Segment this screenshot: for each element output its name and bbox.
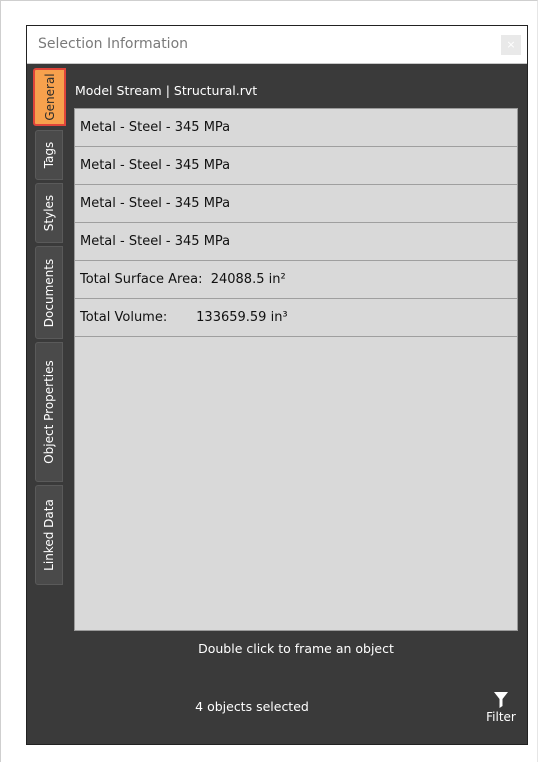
tab-object-properties[interactable]: Object Properties	[35, 342, 63, 482]
selection-list[interactable]: Metal - Steel - 345 MPa Metal - Steel - …	[74, 108, 518, 631]
filter-button[interactable]: Filter	[481, 692, 521, 732]
window-title: Selection Information	[38, 36, 189, 52]
tab-label: Object Properties	[42, 360, 56, 464]
list-item[interactable]: Metal - Steel - 345 MPa	[75, 147, 517, 185]
tab-label: Styles	[42, 194, 56, 232]
tab-documents[interactable]: Documents	[35, 246, 63, 339]
frame-hint-text: Double click to frame an object	[198, 641, 394, 656]
tab-label: Tags	[42, 141, 56, 169]
tab-general[interactable]: General	[33, 68, 66, 126]
selection-count: 4 objects selected	[195, 699, 309, 714]
list-item[interactable]: Total Volume: 133659.59 in³	[75, 299, 517, 337]
list-item[interactable]: Metal - Steel - 345 MPa	[75, 185, 517, 223]
close-icon: ×	[506, 38, 516, 51]
list-item[interactable]: Metal - Steel - 345 MPa	[75, 109, 517, 147]
list-item[interactable]: Total Surface Area: 24088.5 in²	[75, 261, 517, 299]
tab-label: Linked Data	[42, 499, 56, 571]
selection-information-window: Selection Information × General Tags Sty…	[26, 25, 528, 745]
tab-label: Documents	[42, 258, 56, 327]
close-button[interactable]: ×	[501, 35, 521, 55]
tab-label: General	[42, 73, 57, 121]
filter-funnel-icon	[494, 692, 508, 708]
stream-title: Model Stream | Structural.rvt	[75, 83, 258, 98]
window-titlebar: Selection Information ×	[27, 26, 527, 64]
list-item[interactable]: Metal - Steel - 345 MPa	[75, 223, 517, 261]
filter-label: Filter	[486, 710, 516, 724]
tab-linked-data[interactable]: Linked Data	[35, 485, 63, 585]
tab-tags[interactable]: Tags	[35, 130, 63, 180]
tab-styles[interactable]: Styles	[35, 183, 63, 243]
